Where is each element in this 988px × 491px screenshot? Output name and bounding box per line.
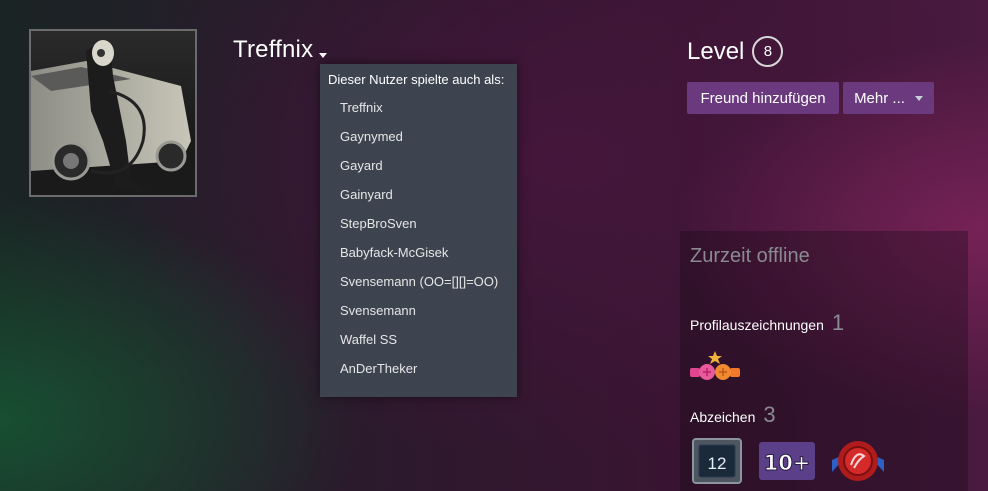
alias-item[interactable]: Svensemann (340, 303, 498, 332)
alias-item[interactable]: StepBroSven (340, 216, 498, 245)
profile-award-icon[interactable] (688, 349, 742, 385)
alias-item[interactable]: Gayard (340, 158, 498, 187)
profile-avatar[interactable] (29, 29, 197, 197)
profile-awards-label: Profilauszeichnungen (690, 317, 824, 333)
alias-item[interactable]: Gaynymed (340, 129, 498, 158)
profile-awards-count: 1 (831, 310, 845, 335)
level-value[interactable]: 8 (752, 36, 784, 67)
persona-name-dropdown[interactable]: Treffnix (233, 36, 328, 64)
avatar-image (31, 31, 195, 195)
profile-awards-heading[interactable]: Profilauszeichnungen 1 (690, 310, 844, 336)
games-owned-badge-icon[interactable]: 10+ (759, 442, 815, 480)
badges-heading[interactable]: Abzeichen 3 (690, 402, 776, 428)
alias-item[interactable]: Treffnix (340, 100, 498, 129)
alias-history-header: Dieser Nutzer spielte auch als: (328, 72, 505, 87)
persona-name: Treffnix (233, 36, 314, 63)
level-label: Level (687, 37, 745, 65)
level-display: Level 8 (687, 36, 784, 67)
alias-item[interactable]: Waffel SS (340, 332, 498, 361)
alias-item[interactable]: Gainyard (340, 187, 498, 216)
years-of-service-badge-icon[interactable]: 12 (692, 438, 742, 484)
alias-item[interactable]: Svensemann (OO=[][]=OO) (340, 274, 498, 303)
online-status: Zurzeit offline (690, 245, 810, 267)
chevron-down-icon (319, 52, 328, 58)
more-actions-button[interactable]: Mehr ... (843, 82, 934, 114)
add-friend-label: Freund hinzufügen (700, 89, 826, 107)
badges-label: Abzeichen (690, 409, 756, 425)
badge-games-text: 10+ (764, 451, 811, 475)
add-friend-button[interactable]: Freund hinzufügen (687, 82, 839, 114)
chevron-down-icon (914, 95, 923, 101)
more-actions-label: Mehr ... (854, 89, 905, 107)
badges-count: 3 (763, 402, 776, 427)
alias-item[interactable]: Babyfack-McGisek (340, 245, 498, 274)
alias-item[interactable]: AnDerTheker (340, 361, 498, 390)
alias-history-dropdown: Dieser Nutzer spielte auch als: Treffnix… (320, 64, 517, 397)
profile-side-panel: Zurzeit offline Profilauszeichnungen 1 A… (680, 231, 968, 491)
wax-seal-badge-icon[interactable] (830, 438, 886, 484)
alias-list: Treffnix Gaynymed Gayard Gainyard StepBr… (340, 100, 498, 390)
badge-years-text: 12 (708, 454, 727, 473)
